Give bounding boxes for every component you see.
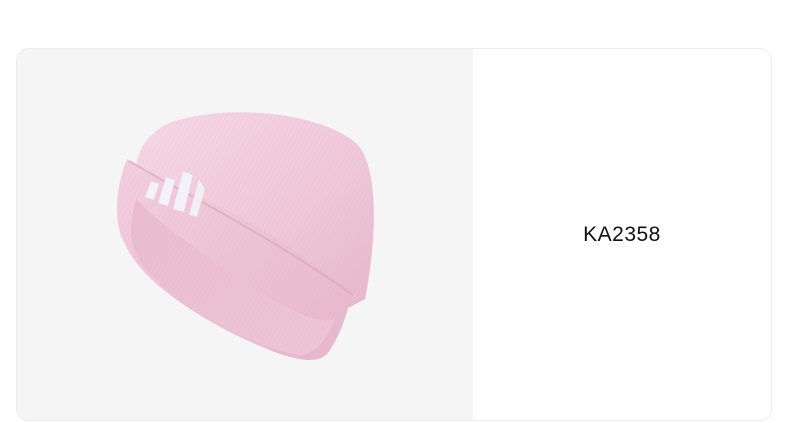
- beanie-product-image: [116, 112, 374, 361]
- product-info-panel: KA2358: [473, 49, 771, 420]
- product-image-panel[interactable]: [17, 49, 473, 420]
- product-code: KA2358: [583, 222, 661, 246]
- product-card[interactable]: KA2358: [16, 48, 772, 421]
